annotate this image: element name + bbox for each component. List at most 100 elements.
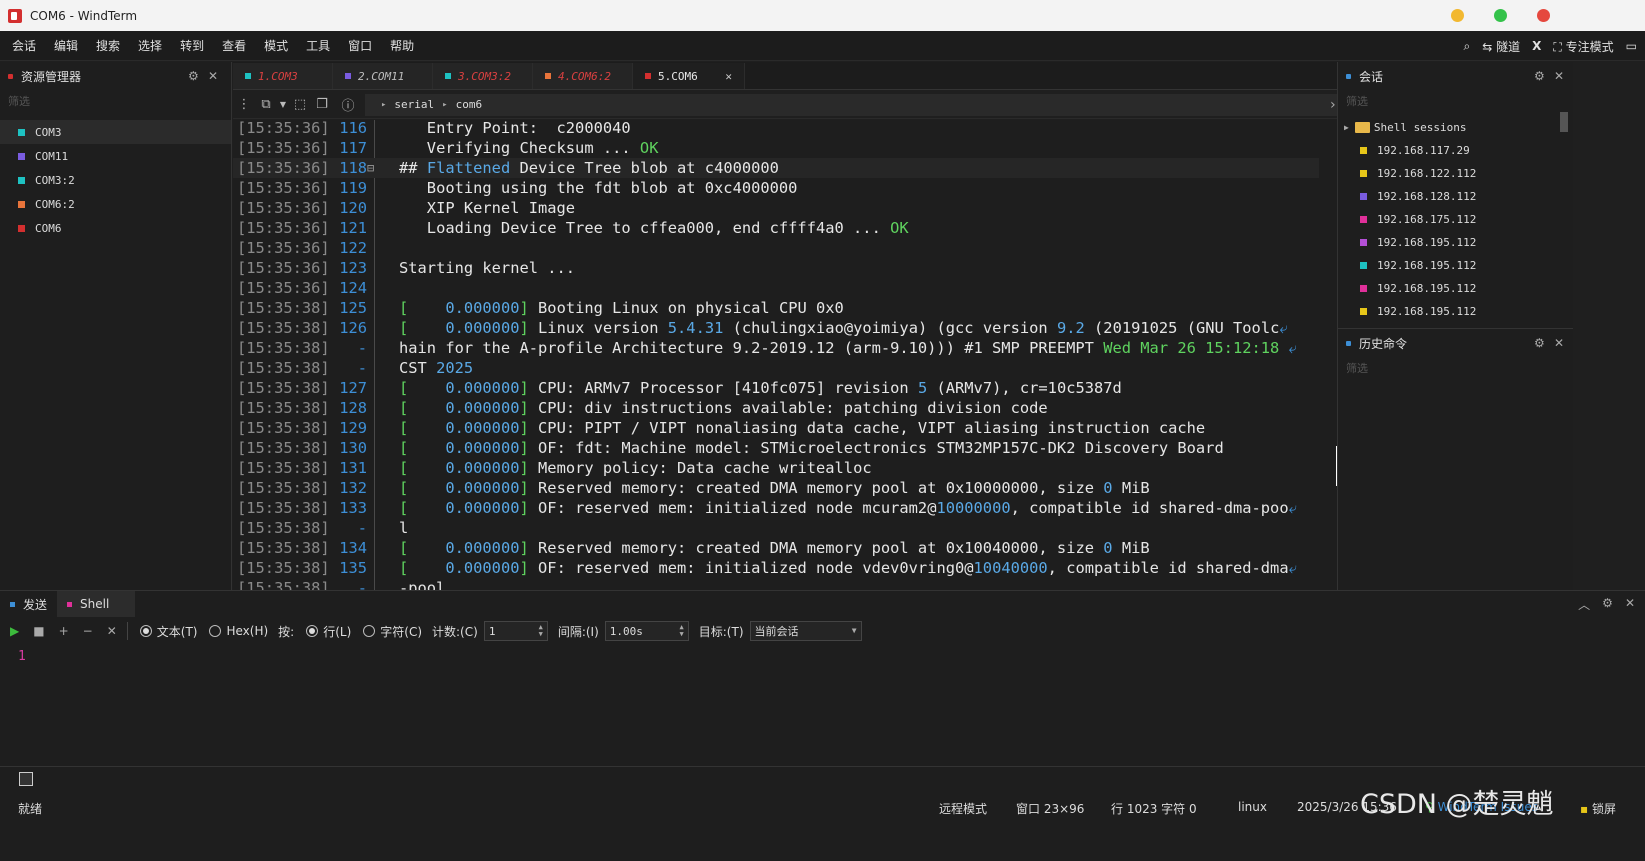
folder-icon bbox=[1354, 122, 1370, 133]
explorer-item-com11[interactable]: COM11 bbox=[0, 144, 231, 168]
terminal-line: [15:35:36] 121 Loading Device Tree to cff… bbox=[233, 218, 1319, 238]
session-item[interactable]: 192.168.117.29 bbox=[1338, 139, 1573, 162]
breadcrumb[interactable]: ▸ serial ▸ com6 › ⌄ bbox=[365, 93, 1365, 116]
line-number: 119 bbox=[339, 179, 367, 197]
gear-icon[interactable]: ⚙ bbox=[1534, 336, 1545, 350]
close-icon[interactable]: ✕ bbox=[1554, 336, 1564, 350]
sessions-filter-input[interactable]: 筛选 bbox=[1338, 90, 1573, 112]
menu-select[interactable]: 选择 bbox=[132, 37, 168, 54]
explorer-filter-input[interactable]: 筛选 bbox=[0, 90, 231, 112]
tab-shell[interactable]: Shell bbox=[57, 591, 136, 617]
line-number: 120 bbox=[339, 199, 367, 217]
maximize-button[interactable] bbox=[1494, 9, 1507, 22]
session-item[interactable]: 192.168.128.112 bbox=[1338, 185, 1573, 208]
chevron-down-icon[interactable]: ▼ bbox=[277, 94, 289, 116]
menu-edit[interactable]: 编辑 bbox=[48, 37, 84, 54]
expand-arrow-icon[interactable]: ▶ bbox=[1344, 123, 1349, 132]
hex-radio[interactable] bbox=[209, 625, 222, 637]
status-lock[interactable]: ▪ 锁屏 bbox=[1580, 800, 1616, 817]
close-icon[interactable]: ✕ bbox=[1554, 69, 1564, 83]
menu-goto[interactable]: 转到 bbox=[174, 37, 210, 54]
x-button[interactable]: X bbox=[1532, 39, 1541, 53]
focus-mode-label: 专注模式 bbox=[1565, 39, 1614, 54]
tab-color-icon bbox=[345, 73, 351, 79]
menu-window[interactable]: 窗口 bbox=[342, 37, 378, 54]
search-icon[interactable]: ⌕ bbox=[1464, 39, 1471, 54]
new-session-icon[interactable]: ⧉ bbox=[255, 94, 277, 116]
stepper-arrows-icon[interactable]: ▲ ▼ bbox=[539, 624, 543, 638]
explorer-item-com6-2[interactable]: COM6:2 bbox=[0, 192, 231, 216]
focus-mode-button[interactable]: ⛶ 专注模式 bbox=[1553, 38, 1613, 55]
menu-tools[interactable]: 工具 bbox=[300, 37, 336, 54]
terminal-line: [15:35:36] 116 Entry Point: c2000040 bbox=[233, 120, 1319, 138]
session-item[interactable]: 192.168.122.112 bbox=[1338, 162, 1573, 185]
explorer-item-com3[interactable]: COM3 bbox=[0, 120, 231, 144]
play-icon[interactable]: ▶ bbox=[10, 624, 19, 638]
drag-handle-icon[interactable]: ⋮ bbox=[233, 94, 255, 116]
gear-icon[interactable]: ⚙ bbox=[188, 69, 199, 83]
minimize-button[interactable] bbox=[1451, 9, 1464, 22]
close-button[interactable] bbox=[1537, 9, 1550, 22]
interval-value: 1.00s bbox=[609, 624, 643, 638]
breadcrumb-com6[interactable]: com6 bbox=[456, 98, 483, 111]
tab-com6[interactable]: 5.COM6 ✕ bbox=[633, 63, 745, 89]
tab-com3[interactable]: 1.COM3 bbox=[233, 63, 333, 89]
chevron-right-icon[interactable]: › bbox=[1329, 97, 1337, 113]
line-number: - bbox=[357, 519, 367, 537]
clear-icon[interactable]: ✕ bbox=[107, 624, 117, 638]
session-item[interactable]: 192.168.175.112 bbox=[1338, 208, 1573, 231]
line-radio[interactable] bbox=[306, 625, 319, 637]
tab-com11[interactable]: 2.COM11 bbox=[333, 63, 433, 89]
gear-icon[interactable]: ⚙ bbox=[1602, 596, 1613, 613]
tab-color-icon bbox=[245, 73, 251, 79]
session-item[interactable]: 192.168.195.112 bbox=[1338, 254, 1573, 277]
shell-tab-label: Shell bbox=[80, 597, 110, 611]
explorer-item-com6[interactable]: COM6 bbox=[0, 216, 231, 240]
duplicate-icon[interactable]: ❐ bbox=[311, 94, 333, 116]
menu-mode[interactable]: 模式 bbox=[258, 37, 294, 54]
fold-icon[interactable]: ⊟ bbox=[367, 158, 374, 178]
menu-view[interactable]: 查看 bbox=[216, 37, 252, 54]
count-stepper[interactable]: 1 ▲ ▼ bbox=[483, 621, 548, 641]
sessions-scrollbar[interactable] bbox=[1560, 112, 1568, 132]
target-select[interactable]: 当前会话 ▼ bbox=[749, 621, 862, 641]
gear-icon[interactable]: ⚙ bbox=[1534, 69, 1545, 83]
info-icon[interactable]: ⓘ bbox=[337, 94, 359, 116]
close-icon[interactable]: ✕ bbox=[1625, 596, 1635, 613]
tunnel-button[interactable]: ⇆ 隧道 bbox=[1482, 38, 1520, 55]
terminal-line: [15:35:38] 134 [ 0.000000] Reserved memory… bbox=[233, 538, 1319, 558]
char-radio[interactable] bbox=[363, 625, 376, 637]
tab-com3-2[interactable]: 3.COM3:2 bbox=[433, 63, 533, 89]
panel-layout-icon[interactable]: ▭ bbox=[1626, 39, 1637, 53]
tab-com6-2[interactable]: 4.COM6:2 bbox=[533, 63, 633, 89]
terminal-output[interactable]: [15:35:36] 116 Entry Point: c2000040 [15:3… bbox=[233, 120, 1393, 617]
interval-stepper[interactable]: 1.00s ▲ ▼ bbox=[604, 621, 689, 641]
status-bar: 就绪 远程模式 窗口 23×96 行 1023 字符 0 linux 2025/… bbox=[0, 766, 1645, 861]
open-session-icon[interactable]: ⬚ bbox=[289, 94, 311, 116]
minus-icon[interactable]: − bbox=[83, 624, 93, 638]
breadcrumb-serial[interactable]: serial bbox=[394, 98, 434, 111]
menu-session[interactable]: 会话 bbox=[6, 37, 42, 54]
status-remote-mode[interactable]: 远程模式 bbox=[939, 800, 987, 817]
line-text: [ 0.000000] CPU: div instructions availa… bbox=[399, 399, 1048, 417]
session-item[interactable]: 192.168.195.112 bbox=[1338, 277, 1573, 300]
stepper-arrows-icon[interactable]: ▲ ▼ bbox=[680, 624, 684, 638]
session-item[interactable]: 192.168.195.112 bbox=[1338, 231, 1573, 254]
text-radio[interactable] bbox=[139, 625, 152, 637]
tab-send[interactable]: 发送 bbox=[0, 591, 57, 617]
close-icon[interactable]: ✕ bbox=[208, 69, 218, 83]
menu-help[interactable]: 帮助 bbox=[384, 37, 420, 54]
collapse-icon[interactable]: ︿ bbox=[1578, 596, 1590, 613]
history-filter-input[interactable]: 筛选 bbox=[1338, 357, 1573, 379]
explorer-item-com3-2[interactable]: COM3:2 bbox=[0, 168, 231, 192]
tab-close-icon[interactable]: ✕ bbox=[725, 70, 732, 83]
line-text: [ 0.000000] Reserved memory: created DMA… bbox=[399, 539, 1150, 557]
menu-search[interactable]: 搜索 bbox=[90, 37, 126, 54]
screenshot-icon[interactable] bbox=[19, 772, 33, 786]
status-ready: 就绪 bbox=[18, 802, 43, 816]
tab-label: 5.COM6 bbox=[658, 69, 698, 83]
shell-sessions-folder[interactable]: ▶ Shell sessions bbox=[1338, 116, 1573, 139]
stop-icon[interactable]: ■ bbox=[33, 624, 44, 638]
session-item[interactable]: 192.168.195.112 bbox=[1338, 300, 1573, 323]
add-icon[interactable]: + bbox=[59, 624, 69, 638]
